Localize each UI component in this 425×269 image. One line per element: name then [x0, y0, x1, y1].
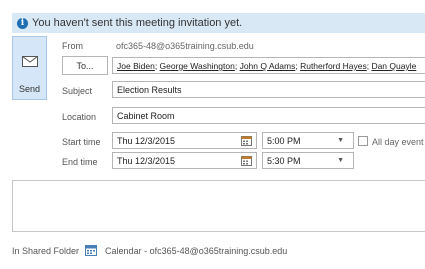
- location-value: Cabinet Room: [117, 111, 175, 121]
- start-date-value: Thu 12/3/2015: [117, 136, 176, 146]
- from-address: ofc365-48@o365training.csub.edu: [116, 41, 254, 51]
- chevron-down-icon: ▼: [337, 137, 344, 144]
- send-button[interactable]: Send: [12, 36, 47, 100]
- subject-field[interactable]: Election Results: [112, 81, 425, 98]
- calendar-icon[interactable]: [241, 136, 252, 146]
- start-time-value: 5:00 PM: [267, 136, 301, 146]
- end-date-field[interactable]: Thu 12/3/2015: [112, 152, 257, 169]
- end-time-dropdown[interactable]: 5:30 PM ▼: [262, 152, 354, 169]
- recipient-link[interactable]: Joe Biden: [117, 61, 155, 71]
- recipient-link[interactable]: John Q Adams: [240, 61, 296, 71]
- recipient-link[interactable]: Dan Quayle: [371, 61, 416, 71]
- start-time-dropdown[interactable]: 5:00 PM ▼: [262, 132, 354, 149]
- info-bar-message: You haven't sent this meeting invitation…: [32, 17, 243, 29]
- end-time-label: End time: [62, 157, 98, 167]
- end-date-value: Thu 12/3/2015: [117, 156, 176, 166]
- subject-label: Subject: [62, 86, 93, 96]
- envelope-icon: [22, 56, 38, 67]
- start-time-label: Start time: [62, 137, 101, 147]
- start-date-field[interactable]: Thu 12/3/2015: [112, 132, 257, 149]
- location-field[interactable]: Cabinet Room: [112, 107, 425, 124]
- calendar-icon[interactable]: [241, 156, 252, 166]
- location-label: Location: [62, 112, 97, 122]
- subject-value: Election Results: [117, 85, 182, 95]
- recipient-link[interactable]: Rutherford Hayes: [300, 61, 367, 71]
- all-day-checkbox[interactable]: [358, 136, 368, 146]
- shared-folder-footer: In Shared Folder Calendar - ofc365-48@o3…: [12, 245, 287, 256]
- recipient-link[interactable]: George Washington: [160, 61, 235, 71]
- from-label: From: [62, 41, 83, 51]
- to-button-label: To...: [76, 60, 94, 71]
- info-icon: i: [17, 17, 28, 29]
- end-time-value: 5:30 PM: [267, 156, 301, 166]
- message-body[interactable]: [12, 180, 425, 232]
- chevron-down-icon: ▼: [337, 157, 344, 164]
- send-button-label: Send: [18, 84, 41, 94]
- shared-folder-calendar[interactable]: Calendar - ofc365-48@o365training.csub.e…: [105, 246, 287, 256]
- info-bar: i You haven't sent this meeting invitati…: [12, 13, 425, 33]
- to-button[interactable]: To...: [62, 56, 108, 75]
- to-field[interactable]: Joe Biden; George Washington; John Q Ada…: [112, 57, 425, 74]
- shared-folder-label: In Shared Folder: [12, 245, 80, 256]
- all-day-label: All day event: [372, 137, 424, 147]
- calendar-icon: [85, 245, 98, 256]
